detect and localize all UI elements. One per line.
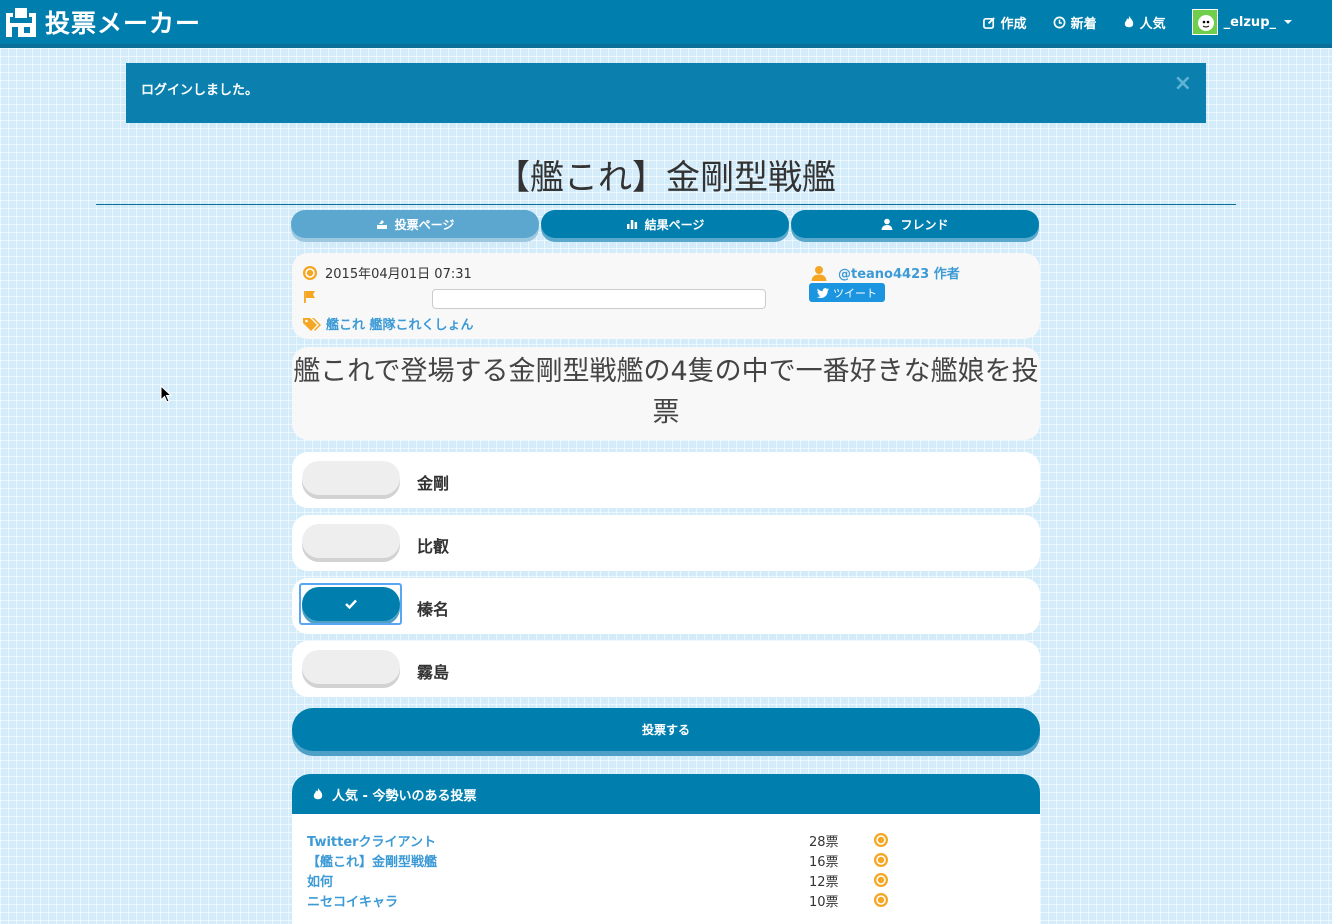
poll-meta-card: 2015年04月01日 07:31 艦これ 艦隊これくしょん @teano442…	[292, 253, 1040, 339]
popular-heading-text: 人気 - 今勢いのある投票	[332, 788, 477, 804]
caret-down-icon	[1284, 20, 1292, 24]
option-hiei[interactable]: 比叡	[292, 515, 1040, 571]
popular-item: 如何 12票	[307, 871, 1027, 891]
poll-author-text: @teano4423 作者	[838, 267, 960, 282]
option-toggle[interactable]	[302, 524, 400, 558]
vote-badge-icon	[874, 853, 888, 867]
popular-panel: 人気 - 今勢いのある投票 Twitterクライアント 28票 【艦これ】金剛型…	[292, 774, 1040, 924]
brand[interactable]: 投票メーカー	[4, 4, 201, 40]
tab-results-label: 結果ページ	[644, 217, 705, 232]
user-icon	[881, 218, 893, 230]
tab-vote-label: 投票ページ	[394, 217, 455, 232]
avatar	[1191, 9, 1218, 35]
clock-icon	[1053, 16, 1066, 28]
option-toggle[interactable]	[302, 461, 400, 495]
tab-friends[interactable]: フレンド	[791, 210, 1039, 238]
poll-date: 2015年04月01日 07:31	[302, 263, 472, 282]
edit-icon	[982, 16, 995, 29]
popular-item-count: 28票	[809, 835, 839, 850]
mouse-cursor-icon	[160, 385, 172, 403]
alert-message: ログインしました。	[141, 83, 259, 98]
report-input[interactable]	[432, 289, 766, 309]
ballot-box-logo-icon	[6, 6, 36, 37]
tags-icon	[303, 317, 321, 331]
option-label: 榛名	[417, 600, 450, 619]
checkmark-icon	[345, 599, 357, 609]
fire-icon	[1124, 16, 1133, 28]
alert-close-button[interactable]: ×	[1174, 73, 1192, 95]
title-divider	[96, 204, 1236, 205]
nav-popular-label: 人気	[1139, 16, 1166, 32]
user-menu[interactable]: _elzup_	[1191, 9, 1292, 35]
popular-item-count: 12票	[809, 875, 839, 890]
vote-badge-icon	[303, 265, 317, 280]
poll-question: 艦これで登場する金剛型戦艦の4隻の中で一番好きな艦娘を投票	[292, 347, 1040, 440]
popular-item-title[interactable]: ニセコイキャラ	[307, 891, 398, 910]
avatar-face-icon	[1197, 15, 1214, 31]
twitter-bird-icon	[817, 287, 829, 298]
tab-vote[interactable]: 投票ページ	[291, 210, 539, 238]
popular-item: 【艦これ】金剛型戦艦 16票	[307, 851, 1027, 871]
nav-new[interactable]: 新着	[1053, 13, 1097, 32]
popular-item-count: 16票	[809, 855, 839, 870]
option-kongou[interactable]: 金剛	[292, 452, 1040, 508]
bar-chart-icon	[626, 220, 637, 229]
option-label: 霧島	[417, 663, 450, 682]
popular-heading: 人気 - 今勢いのある投票	[292, 774, 1040, 814]
option-toggle[interactable]	[302, 650, 400, 684]
option-haruna[interactable]: 榛名	[292, 578, 1040, 634]
brand-title: 投票メーカー	[45, 9, 202, 38]
page-tabs: 投票ページ 結果ページ フレンド	[291, 210, 1041, 238]
popular-item-title[interactable]: 如何	[307, 871, 333, 890]
poll-tags[interactable]: 艦これ 艦隊これくしょん	[302, 314, 474, 333]
poll-author[interactable]: @teano4423 作者	[811, 263, 960, 282]
popular-item-count: 10票	[809, 895, 839, 910]
vote-submit-button[interactable]: 投票する	[292, 708, 1040, 751]
nav-new-label: 新着	[1070, 16, 1097, 32]
popular-item-title[interactable]: Twitterクライアント	[307, 831, 436, 850]
popular-item: ニセコイキャラ 10票	[307, 891, 1027, 911]
popular-item: Twitterクライアント 28票	[307, 831, 1027, 851]
poll-date-text: 2015年04月01日 07:31	[325, 267, 472, 282]
popular-item-title[interactable]: 【艦これ】金剛型戦艦	[307, 851, 437, 870]
vote-icon	[376, 220, 387, 229]
login-alert: ログインしました。 ×	[126, 63, 1206, 123]
tweet-button[interactable]: ツイート	[809, 283, 885, 302]
vote-badge-icon	[874, 833, 888, 847]
navbar: 投票メーカー 作成 新着 人気 _elzup_	[0, 0, 1332, 48]
option-label: 比叡	[417, 537, 450, 556]
author-icon	[811, 265, 827, 281]
vote-badge-icon	[874, 893, 888, 907]
nav-create-label: 作成	[1000, 16, 1027, 32]
poll-tags-text: 艦これ 艦隊これくしょん	[326, 318, 474, 333]
page-title: 【艦これ】金剛型戦艦	[496, 158, 836, 198]
flag-icon	[304, 291, 315, 303]
option-label: 金剛	[417, 474, 450, 493]
tweet-label: ツイート	[833, 286, 877, 300]
vote-badge-icon	[874, 873, 888, 887]
tab-results[interactable]: 結果ページ	[541, 210, 789, 238]
option-kirishima[interactable]: 霧島	[292, 641, 1040, 697]
option-toggle-selected[interactable]	[302, 587, 400, 621]
tab-friends-label: フレンド	[900, 217, 949, 232]
report-flag[interactable]	[303, 290, 317, 304]
username: _elzup_	[1223, 14, 1276, 30]
fire-icon	[313, 788, 323, 800]
nav-create[interactable]: 作成	[982, 13, 1027, 32]
nav-popular[interactable]: 人気	[1123, 13, 1166, 32]
